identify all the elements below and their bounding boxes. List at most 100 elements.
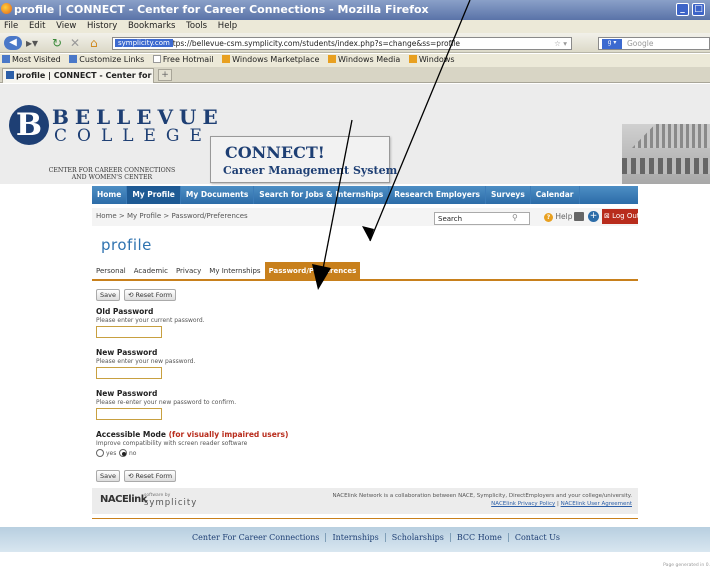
new-password-label: New Password [96,348,158,357]
nav-my-documents[interactable]: My Documents [181,186,255,204]
bookmark-windows-media[interactable]: Windows Media [327,55,400,64]
reset-form-button-top[interactable]: ⟲ Reset Form [124,289,177,301]
link-career-connections[interactable]: Center For Career Connections [186,533,325,542]
minimize-button[interactable]: _ [676,3,689,16]
help-icon: ? [544,213,553,222]
accessible-mode-note: (for visually impaired users) [168,430,289,439]
confirm-password-field[interactable] [96,408,162,420]
new-password-field[interactable] [96,367,162,379]
menu-help[interactable]: Help [218,21,237,31]
search-engine-icon[interactable]: g ▾ [602,39,622,49]
firefox-icon [1,3,12,14]
reset-icon: ⟲ [128,472,134,480]
tab-my-internships[interactable]: My Internships [205,262,264,279]
bookmark-customize-links[interactable]: Customize Links [69,55,144,64]
nav-research-employers[interactable]: Research Employers [389,186,487,204]
footer-bar: NACElink software by symplicity NACElink… [92,488,638,514]
menu-file[interactable]: File [4,21,18,31]
logout-button[interactable]: ⊠ Log Out [602,209,640,224]
new-tab-button[interactable]: + [158,69,172,81]
menu-history[interactable]: History [87,21,117,31]
link-scholarships[interactable]: Scholarships [384,533,450,542]
confirm-password-hint: Please re-enter your new password to con… [96,399,237,406]
menu-view[interactable]: View [56,21,76,31]
windows-icon [327,55,336,63]
site-header: B BELLEVUE COLLEGE CENTER FOR CAREER CON… [0,84,710,184]
link-bcc-home[interactable]: BCC Home [449,533,508,542]
print-icon[interactable] [574,212,584,221]
menu-edit[interactable]: Edit [29,21,45,31]
reset-form-button-bottom[interactable]: ⟲ Reset Form [124,470,177,482]
building-windows [622,158,710,174]
link-contact-us[interactable]: Contact Us [507,533,566,542]
menu-tools[interactable]: Tools [186,21,207,31]
save-button-bottom[interactable]: Save [96,470,120,482]
reset-label: Reset Form [135,291,173,299]
old-password-label: Old Password [96,307,154,316]
stop-icon[interactable]: ✕ [70,36,80,50]
bookmark-windows-marketplace[interactable]: Windows Marketplace [222,55,319,64]
radio-yes[interactable] [96,449,104,457]
page-icon [152,55,161,63]
browser-tab-active[interactable]: profile | CONNECT - Center for C... [2,68,154,83]
web-page: B BELLEVUE COLLEGE CENTER FOR CAREER CON… [0,84,710,587]
nav-search-jobs[interactable]: Search for Jobs & Internships [254,186,390,204]
windows-icon [408,55,417,63]
old-password-field[interactable] [96,326,162,338]
magnifier-icon[interactable]: ⚲ [512,213,518,222]
nav-home[interactable]: Home [92,186,128,204]
windows-icon [222,55,231,63]
tab-password-preferences[interactable]: Password/Preferences [264,262,361,279]
site-identity-badge[interactable]: symplicity.com [115,39,173,47]
window-title-bar: profile | CONNECT - Center for Career Co… [0,0,710,20]
bookmark-free-hotmail[interactable]: Free Hotmail [152,55,214,64]
privacy-policy-link[interactable]: NACElink Privacy Policy [491,501,555,507]
nav-my-profile[interactable]: My Profile [127,186,181,204]
star-icon[interactable]: ☆ ▾ [554,39,567,48]
college-name-line2: COLLEGE [54,126,212,146]
building-photo [622,124,710,184]
bottom-link-bar: Center For Career Connections Internships… [0,527,710,552]
main-nav: Home My Profile My Documents Search for Job… [92,186,638,204]
bookmark-icon [69,55,78,63]
bottom-links: Center For Career Connections Internships… [186,533,566,542]
link-internships[interactable]: Internships [325,533,385,542]
forward-icon[interactable]: ▸▾ [26,36,38,50]
tab-personal[interactable]: Personal [92,262,130,279]
tab-academic[interactable]: Academic [130,262,172,279]
maximize-button[interactable]: □ [692,3,705,16]
bookmark-most-visited[interactable]: Most Visited [2,55,61,64]
nacelink-logo[interactable]: NACElink [100,494,147,505]
breadcrumb[interactable]: Home > My Profile > Password/Preferences [96,212,248,220]
add-icon[interactable]: + [588,211,599,222]
building-roof [632,124,710,148]
back-icon[interactable]: ◀ [4,36,22,50]
tab-privacy[interactable]: Privacy [172,262,205,279]
college-logo[interactable]: B [9,105,49,145]
favicon-icon [6,71,14,79]
home-icon[interactable]: ⌂ [90,36,98,50]
help-link[interactable]: ? Help [544,212,573,222]
old-password-hint: Please enter your current password. [96,317,205,324]
address-bar[interactable]: symplicity.com https://bellevue-csm.symp… [112,37,572,50]
help-label: Help [555,212,573,221]
bookmarks-toolbar: Most Visited Customize Links Free Hotmai… [0,54,710,67]
menu-bookmarks[interactable]: Bookmarks [128,21,176,31]
search-engine-label: Google [627,39,654,48]
utility-row: Home > My Profile > Password/Preferences… [92,208,640,226]
nav-calendar[interactable]: Calendar [531,186,580,204]
search-bar[interactable]: g ▾ Google [598,37,710,50]
bookmark-windows[interactable]: Windows [408,55,455,64]
footer-note: NACElink Network is a collaboration betw… [332,492,632,508]
symplicity-logo[interactable]: symplicity [144,498,197,508]
reset-label: Reset Form [135,472,173,480]
url-text: https://bellevue-csm.symplicity.com/stud… [165,39,460,48]
page-generated-note: Page generated in 0. [663,563,710,568]
tab-strip: profile | CONNECT - Center for C... + [0,67,710,83]
navigation-toolbar: ◀ ▸▾ ↻ ✕ ⌂ symplicity.com https://bellev… [0,33,710,53]
user-agreement-link[interactable]: NACElink User Agreement [561,501,632,507]
save-button-top[interactable]: Save [96,289,120,301]
nav-surveys[interactable]: Surveys [486,186,531,204]
reload-icon[interactable]: ↻ [52,36,62,50]
radio-no[interactable] [119,449,127,457]
